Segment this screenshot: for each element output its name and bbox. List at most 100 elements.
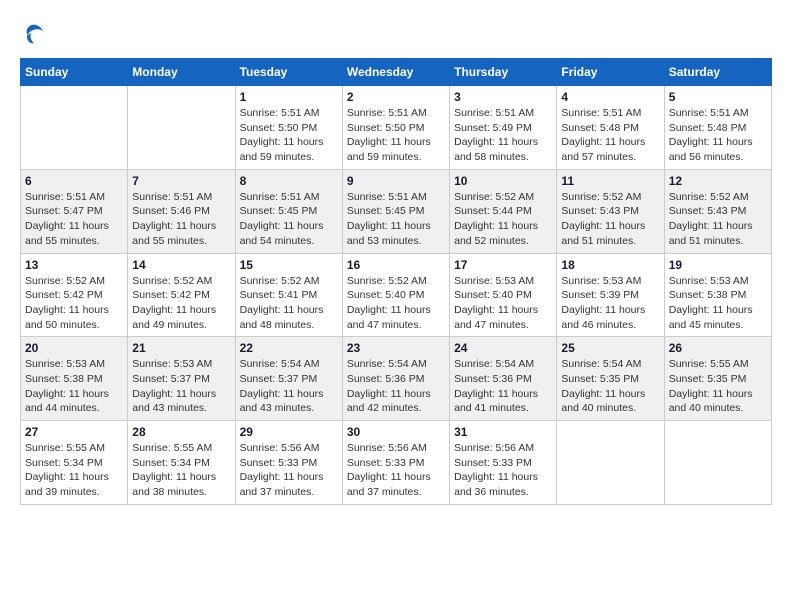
day-number: 21 [132,341,230,355]
day-info: Sunrise: 5:51 AM Sunset: 5:46 PM Dayligh… [132,190,230,249]
weekday-header-tuesday: Tuesday [235,59,342,86]
calendar-cell: 26Sunrise: 5:55 AM Sunset: 5:35 PM Dayli… [664,337,771,421]
day-info: Sunrise: 5:52 AM Sunset: 5:44 PM Dayligh… [454,190,552,249]
calendar-cell: 22 Sunrise: 5:54 AM Sunset: 5:37 PM Dayli… [235,337,342,421]
calendar-cell [664,421,771,505]
day-info: Sunrise: 5:53 AM Sunset: 5:40 PM Dayligh… [454,274,552,333]
weekday-header-sunday: Sunday [21,59,128,86]
calendar-cell: 28 Sunrise: 5:55 AM Sunset: 5:34 PM Dayli… [128,421,235,505]
day-info: Sunrise: 5:51 AM Sunset: 5:48 PM Dayligh… [669,106,767,165]
calendar-cell [557,421,664,505]
calendar-week-3: 13 Sunrise: 5:52 AM Sunset: 5:42 PM Dayli… [21,253,772,337]
calendar-cell: 27 Sunrise: 5:55 AM Sunset: 5:34 PM Dayli… [21,421,128,505]
day-info: Sunrise: 5:51 AM Sunset: 5:50 PM Dayligh… [347,106,445,165]
calendar-cell: 2 Sunrise: 5:51 AM Sunset: 5:50 PM Daylig… [342,86,449,170]
day-info: Sunrise: 5:52 AM Sunset: 5:42 PM Dayligh… [132,274,230,333]
calendar-week-2: 6Sunrise: 5:51 AM Sunset: 5:47 PM Daylig… [21,169,772,253]
logo-icon [20,20,48,48]
day-info: Sunrise: 5:54 AM Sunset: 5:36 PM Dayligh… [347,357,445,416]
calendar-week-4: 20Sunrise: 5:53 AM Sunset: 5:38 PM Dayli… [21,337,772,421]
calendar-cell: 7 Sunrise: 5:51 AM Sunset: 5:46 PM Daylig… [128,169,235,253]
day-number: 18 [561,258,659,272]
calendar-cell: 20Sunrise: 5:53 AM Sunset: 5:38 PM Dayli… [21,337,128,421]
day-number: 3 [454,90,552,104]
day-number: 4 [561,90,659,104]
logo [20,20,52,48]
calendar-cell: 19Sunrise: 5:53 AM Sunset: 5:38 PM Dayli… [664,253,771,337]
calendar-cell: 31 Sunrise: 5:56 AM Sunset: 5:33 PM Dayli… [450,421,557,505]
day-number: 11 [561,174,659,188]
day-number: 8 [240,174,338,188]
calendar-cell: 8Sunrise: 5:51 AM Sunset: 5:45 PM Daylig… [235,169,342,253]
weekday-header-thursday: Thursday [450,59,557,86]
day-number: 19 [669,258,767,272]
day-number: 25 [561,341,659,355]
calendar-cell: 16 Sunrise: 5:52 AM Sunset: 5:40 PM Dayli… [342,253,449,337]
calendar-cell: 14 Sunrise: 5:52 AM Sunset: 5:42 PM Dayli… [128,253,235,337]
calendar-cell: 10 Sunrise: 5:52 AM Sunset: 5:44 PM Dayli… [450,169,557,253]
day-info: Sunrise: 5:51 AM Sunset: 5:49 PM Dayligh… [454,106,552,165]
day-number: 27 [25,425,123,439]
day-info: Sunrise: 5:53 AM Sunset: 5:37 PM Dayligh… [132,357,230,416]
calendar-cell: 18Sunrise: 5:53 AM Sunset: 5:39 PM Dayli… [557,253,664,337]
day-info: Sunrise: 5:52 AM Sunset: 5:43 PM Dayligh… [669,190,767,249]
day-number: 10 [454,174,552,188]
day-number: 7 [132,174,230,188]
page-header [20,20,772,48]
calendar-cell: 1Sunrise: 5:51 AM Sunset: 5:50 PM Daylig… [235,86,342,170]
calendar-cell: 15 Sunrise: 5:52 AM Sunset: 5:41 PM Dayli… [235,253,342,337]
weekday-header-saturday: Saturday [664,59,771,86]
calendar-cell: 24Sunrise: 5:54 AM Sunset: 5:36 PM Dayli… [450,337,557,421]
calendar-cell: 5Sunrise: 5:51 AM Sunset: 5:48 PM Daylig… [664,86,771,170]
day-number: 2 [347,90,445,104]
calendar-cell [128,86,235,170]
day-number: 13 [25,258,123,272]
day-number: 6 [25,174,123,188]
day-number: 15 [240,258,338,272]
calendar-cell: 11 Sunrise: 5:52 AM Sunset: 5:43 PM Dayli… [557,169,664,253]
weekday-header-friday: Friday [557,59,664,86]
day-number: 14 [132,258,230,272]
weekday-header-row: SundayMondayTuesdayWednesdayThursdayFrid… [21,59,772,86]
day-number: 12 [669,174,767,188]
calendar-cell: 3 Sunrise: 5:51 AM Sunset: 5:49 PM Daylig… [450,86,557,170]
calendar-cell: 23 Sunrise: 5:54 AM Sunset: 5:36 PM Dayli… [342,337,449,421]
day-info: Sunrise: 5:55 AM Sunset: 5:35 PM Dayligh… [669,357,767,416]
day-number: 22 [240,341,338,355]
day-number: 9 [347,174,445,188]
day-info: Sunrise: 5:56 AM Sunset: 5:33 PM Dayligh… [454,441,552,500]
day-info: Sunrise: 5:54 AM Sunset: 5:37 PM Dayligh… [240,357,338,416]
weekday-header-wednesday: Wednesday [342,59,449,86]
calendar-cell: 17 Sunrise: 5:53 AM Sunset: 5:40 PM Dayli… [450,253,557,337]
day-number: 29 [240,425,338,439]
day-info: Sunrise: 5:56 AM Sunset: 5:33 PM Dayligh… [347,441,445,500]
day-info: Sunrise: 5:51 AM Sunset: 5:50 PM Dayligh… [240,106,338,165]
calendar-cell [21,86,128,170]
day-info: Sunrise: 5:54 AM Sunset: 5:36 PM Dayligh… [454,357,552,416]
day-info: Sunrise: 5:51 AM Sunset: 5:45 PM Dayligh… [347,190,445,249]
day-info: Sunrise: 5:52 AM Sunset: 5:41 PM Dayligh… [240,274,338,333]
weekday-header-monday: Monday [128,59,235,86]
day-number: 16 [347,258,445,272]
calendar-cell: 29 Sunrise: 5:56 AM Sunset: 5:33 PM Dayli… [235,421,342,505]
day-info: Sunrise: 5:54 AM Sunset: 5:35 PM Dayligh… [561,357,659,416]
day-number: 23 [347,341,445,355]
day-info: Sunrise: 5:52 AM Sunset: 5:43 PM Dayligh… [561,190,659,249]
calendar-cell: 21 Sunrise: 5:53 AM Sunset: 5:37 PM Dayli… [128,337,235,421]
day-info: Sunrise: 5:55 AM Sunset: 5:34 PM Dayligh… [25,441,123,500]
calendar-table: SundayMondayTuesdayWednesdayThursdayFrid… [20,58,772,505]
day-number: 31 [454,425,552,439]
day-info: Sunrise: 5:56 AM Sunset: 5:33 PM Dayligh… [240,441,338,500]
day-info: Sunrise: 5:55 AM Sunset: 5:34 PM Dayligh… [132,441,230,500]
day-number: 28 [132,425,230,439]
day-info: Sunrise: 5:52 AM Sunset: 5:40 PM Dayligh… [347,274,445,333]
calendar-cell: 4 Sunrise: 5:51 AM Sunset: 5:48 PM Daylig… [557,86,664,170]
day-number: 20 [25,341,123,355]
day-number: 17 [454,258,552,272]
day-number: 30 [347,425,445,439]
day-info: Sunrise: 5:51 AM Sunset: 5:48 PM Dayligh… [561,106,659,165]
calendar-cell: 30 Sunrise: 5:56 AM Sunset: 5:33 PM Dayli… [342,421,449,505]
calendar-week-5: 27 Sunrise: 5:55 AM Sunset: 5:34 PM Dayli… [21,421,772,505]
calendar-cell: 9 Sunrise: 5:51 AM Sunset: 5:45 PM Daylig… [342,169,449,253]
calendar-cell: 25 Sunrise: 5:54 AM Sunset: 5:35 PM Dayli… [557,337,664,421]
